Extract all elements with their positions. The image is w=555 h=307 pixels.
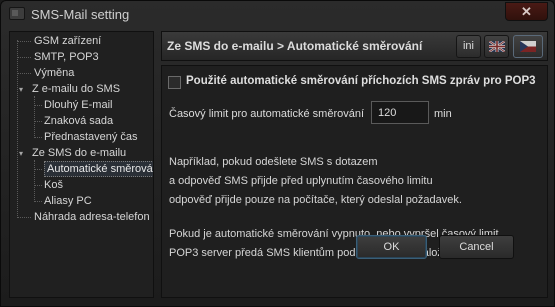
tree-item-email-to-sms[interactable]: Z e-mailu do SMS — [32, 81, 120, 97]
example-text-line: odpověď přijde pouze na počítače, který … — [169, 194, 462, 206]
example-text-line: a odpověď SMS přijde před uplynutím časo… — [169, 175, 433, 187]
tree-item-auto-routing[interactable]: Automatické směrová — [44, 161, 153, 177]
tree-item-exchange[interactable]: Výměna — [34, 65, 74, 81]
tree-connector — [34, 160, 35, 202]
tree-connector — [17, 73, 31, 74]
tree-item-address-phone[interactable]: Náhrada adresa-telefon — [34, 209, 150, 225]
expand-arrow-icon[interactable]: ▾ — [19, 85, 23, 94]
ok-button[interactable]: OK — [356, 235, 427, 259]
tree-connector — [34, 96, 35, 138]
panel-header: Ze SMS do e-mailu > Automatické směrován… — [161, 31, 548, 61]
tree-connector — [34, 121, 42, 122]
english-language-button[interactable] — [484, 35, 509, 58]
tree-connector — [34, 201, 42, 202]
tree-item-smtp-pop3[interactable]: SMTP, POP3 — [34, 49, 99, 65]
settings-tree[interactable]: GSM zařízení SMTP, POP3 Výměna ▾ Z e-mai… — [9, 31, 154, 298]
expand-arrow-icon[interactable]: ▾ — [19, 149, 23, 158]
tree-item-gsm[interactable]: GSM zařízení — [34, 33, 101, 49]
example-text-line: Například, pokud odešlete SMS s dotazem — [169, 156, 378, 168]
tree-connector — [34, 169, 42, 170]
tree-item-long-email[interactable]: Dlouhý E-mail — [44, 97, 112, 113]
app-icon — [9, 7, 25, 20]
auto-routing-checkbox[interactable] — [168, 76, 181, 89]
close-button[interactable]: ✕ — [505, 2, 548, 21]
time-limit-input[interactable] — [371, 101, 429, 124]
auto-routing-checkbox-label[interactable]: Použité automatické směrování příchozích… — [186, 75, 536, 87]
cancel-button[interactable]: Cancel — [439, 235, 514, 259]
tree-item-trash[interactable]: Koš — [44, 177, 63, 193]
time-limit-label: Časový limit pro automatické směrování — [169, 108, 365, 120]
tree-item-preset-time[interactable]: Přednastavený čas — [44, 129, 138, 145]
tree-connector — [17, 40, 18, 218]
time-limit-unit: min — [434, 108, 452, 120]
close-icon: ✕ — [521, 4, 532, 19]
title-bar[interactable]: SMS-Mail setting ✕ — [1, 1, 554, 29]
panel-content: Použité automatické směrování příchozích… — [161, 65, 548, 298]
czech-flag-icon — [520, 41, 536, 52]
settings-window: SMS-Mail setting ✕ GSM zařízení SMTP, PO… — [0, 0, 555, 307]
uk-flag-icon — [489, 41, 505, 52]
tree-connector — [17, 41, 31, 42]
tree-item-sms-to-email[interactable]: Ze SMS do e-mailu — [32, 145, 126, 161]
tree-connector — [17, 217, 31, 218]
window-title: SMS-Mail setting — [31, 7, 130, 22]
tree-connector — [34, 105, 42, 106]
breadcrumb: Ze SMS do e-mailu > Automatické směrován… — [167, 39, 423, 53]
ini-button[interactable]: ini — [456, 35, 481, 58]
tree-connector — [34, 137, 42, 138]
tree-connector — [34, 185, 42, 186]
tree-item-pc-aliases[interactable]: Aliasy PC — [44, 193, 92, 209]
note-text-line: POP3 server předá SMS klientům podle pra… — [169, 247, 480, 259]
czech-language-button[interactable] — [513, 35, 543, 58]
tree-item-charset[interactable]: Znaková sada — [44, 113, 113, 129]
tree-connector — [17, 57, 31, 58]
